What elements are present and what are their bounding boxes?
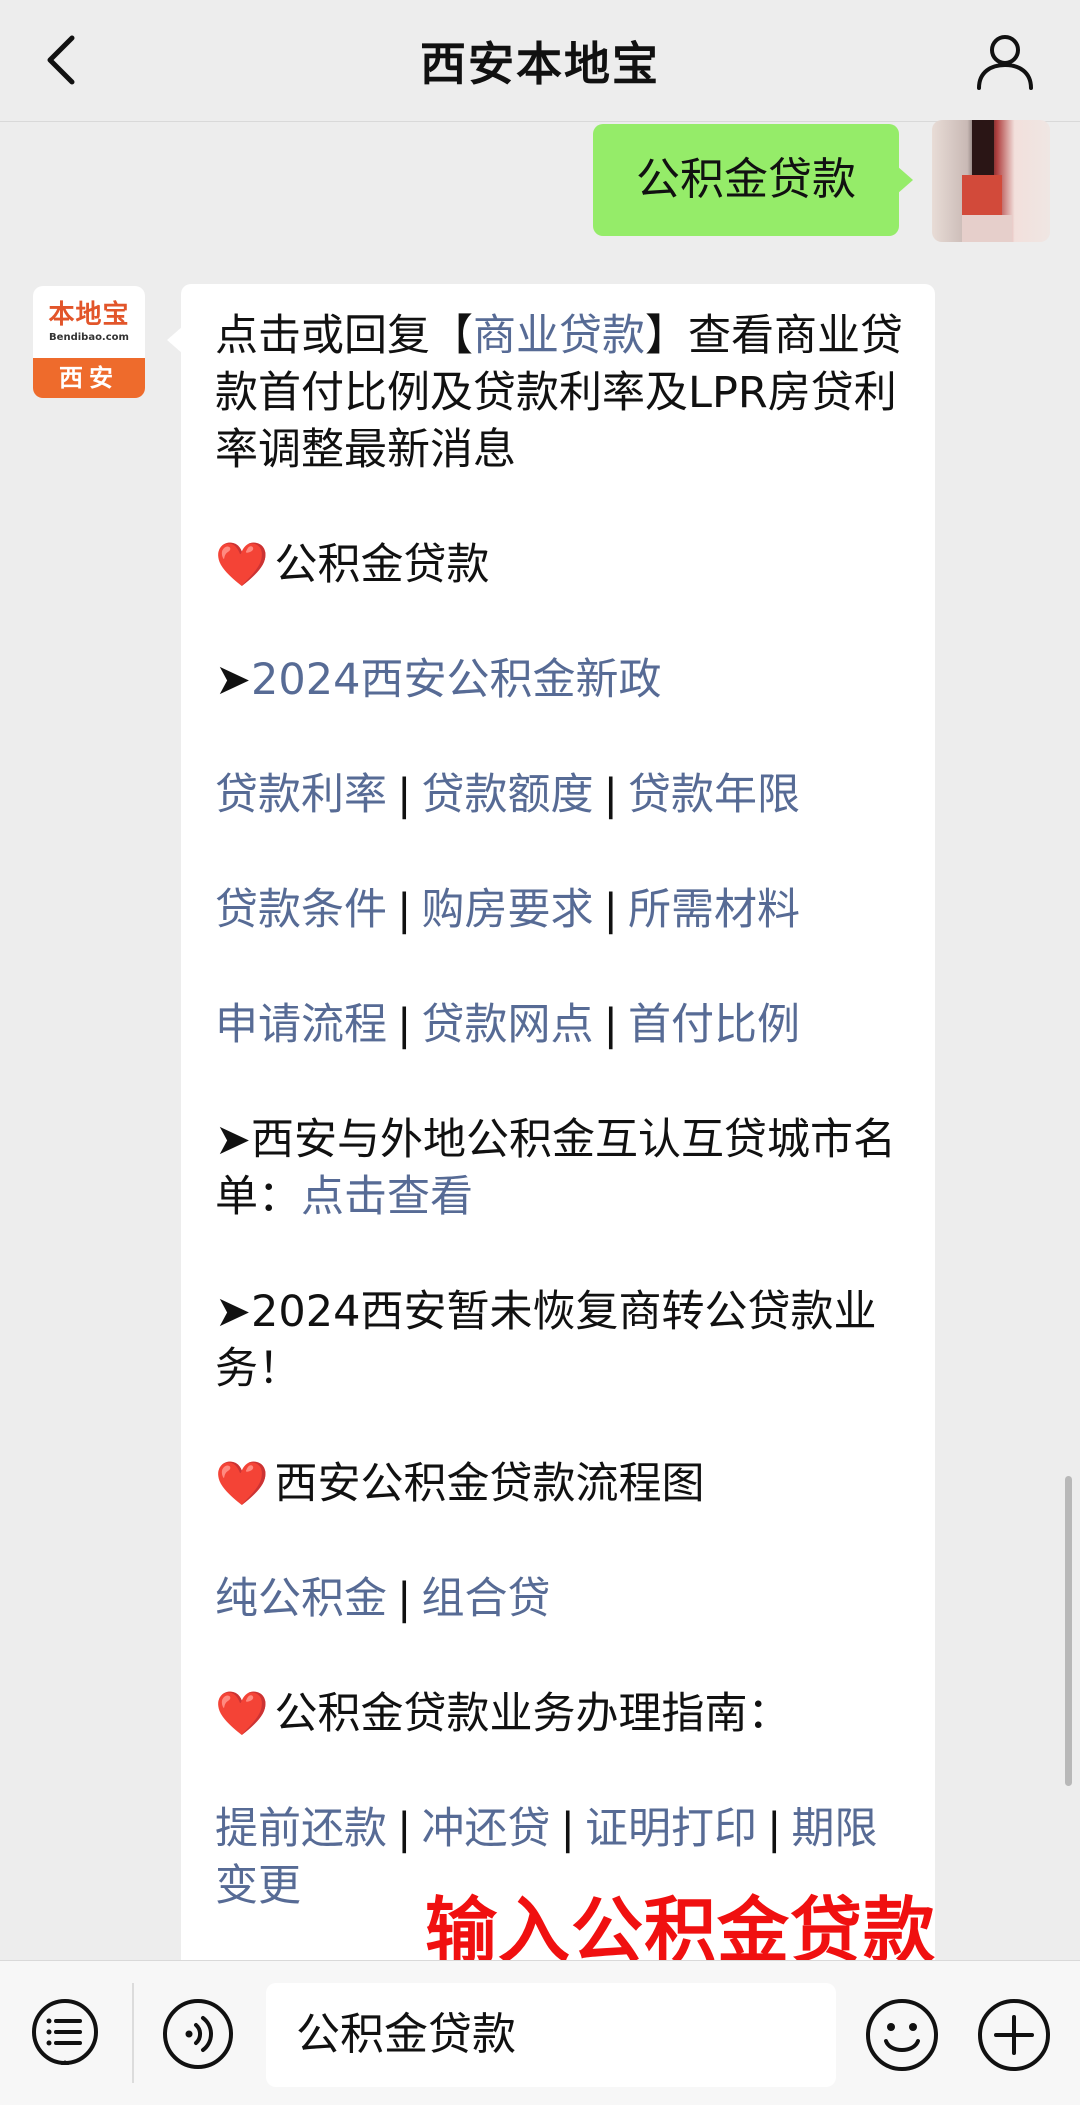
link-application-process[interactable]: 申请流程	[215, 1000, 387, 1050]
section3-title: 公积金贷款业务办理指南：	[274, 1689, 791, 1739]
link-early-repayment[interactable]: 提前还款	[215, 1804, 387, 1854]
logo-text: 本地宝	[48, 300, 130, 330]
commercial-loan-link[interactable]: 商业贷款	[473, 311, 645, 361]
toolbar-divider	[132, 1983, 134, 2083]
input-toolbar: 公积金贷款	[0, 1960, 1080, 2105]
heart-icon: ❤️	[215, 540, 269, 590]
link-loan-outlets[interactable]: 贷款网点	[422, 1000, 594, 1050]
separator: |	[397, 885, 412, 935]
separator: |	[397, 1804, 412, 1854]
arrow-icon: ➤	[215, 1287, 252, 1337]
menu-list-icon[interactable]	[30, 1997, 100, 2067]
heart-icon: ❤️	[215, 1459, 269, 1509]
message-input[interactable]: 公积金贷款	[266, 1983, 836, 2087]
bot-avatar[interactable]: 本地宝 Bendibao.com 西安	[33, 286, 145, 398]
separator: |	[397, 1574, 412, 1624]
mutual-link[interactable]: 点击查看	[301, 1172, 473, 1222]
logo-url: Bendibao.com	[49, 332, 129, 343]
link-loan-conditions[interactable]: 贷款条件	[215, 885, 387, 935]
section2-title: 西安公积金贷款流程图	[274, 1459, 705, 1509]
link-loan-rate[interactable]: 贷款利率	[215, 770, 387, 820]
separator: |	[603, 770, 619, 820]
sent-message-bubble[interactable]: 公积金贷款	[593, 124, 913, 236]
link-offset-repayment[interactable]: 冲还贷	[422, 1804, 551, 1854]
link-combined-loan[interactable]: 组合贷	[422, 1574, 551, 1624]
section-heading-flowchart: ❤️ 西安公积金贷款流程图	[215, 1456, 905, 1513]
policy-line: ➤2024西安公积金新政	[215, 652, 905, 709]
mutual-recognition-line: ➤西安与外地公积金互认互贷城市名单：点击查看	[215, 1112, 905, 1226]
link-down-payment-ratio[interactable]: 首付比例	[628, 1000, 800, 1050]
separator: |	[603, 1000, 619, 1050]
separator: |	[603, 885, 619, 935]
intro-prefix: 点击或回复【	[215, 311, 473, 361]
notice-line: ➤2024西安暂未恢复商转公贷款业务！	[215, 1284, 905, 1398]
links-row: 纯公积金 | 组合贷	[215, 1571, 905, 1628]
scrollbar[interactable]	[1065, 1476, 1072, 1786]
links-row: 贷款条件 | 购房要求 | 所需材料	[215, 882, 905, 939]
arrow-icon: ➤	[215, 1115, 252, 1165]
link-loan-term[interactable]: 贷款年限	[628, 770, 800, 820]
logo-city: 西安	[33, 358, 145, 398]
section1-title: 公积金贷款	[274, 540, 490, 590]
link-loan-amount[interactable]: 贷款额度	[422, 770, 594, 820]
notice-text: 2024西安暂未恢复商转公贷款业务！	[215, 1287, 877, 1394]
link-certificate-print[interactable]: 证明打印	[585, 1804, 757, 1854]
links-row: 申请流程 | 贷款网点 | 首付比例	[215, 997, 905, 1054]
arrow-icon: ➤	[215, 655, 252, 705]
chat-title: 西安本地宝	[420, 37, 660, 91]
link-pure-fund[interactable]: 纯公积金	[215, 1574, 387, 1624]
policy-link[interactable]: 2024西安公积金新政	[251, 655, 661, 705]
section-heading-guide: ❤️ 公积金贷款业务办理指南：	[215, 1686, 905, 1743]
voice-icon[interactable]	[161, 1997, 235, 2071]
separator: |	[397, 1000, 412, 1050]
heart-icon: ❤️	[215, 1689, 269, 1739]
reply-message-bubble: 点击或回复【商业贷款】查看商业贷款首付比例及贷款利率及LPR房贷利率调整最新消息…	[167, 284, 935, 1984]
link-required-materials[interactable]: 所需材料	[628, 885, 800, 935]
user-icon[interactable]	[974, 30, 1036, 92]
separator: |	[560, 1804, 576, 1854]
link-purchase-requirements[interactable]: 购房要求	[422, 885, 594, 935]
plus-icon[interactable]	[976, 1997, 1052, 2073]
top-nav-bar: 西安本地宝	[0, 0, 1080, 122]
emoji-icon[interactable]	[864, 1997, 940, 2073]
separator: |	[767, 1804, 782, 1854]
section-heading-loan: ❤️ 公积金贷款	[215, 537, 905, 594]
separator: |	[397, 770, 412, 820]
intro-paragraph: 点击或回复【商业贷款】查看商业贷款首付比例及贷款利率及LPR房贷利率调整最新消息	[215, 308, 905, 479]
links-row: 贷款利率 | 贷款额度 | 贷款年限	[215, 767, 905, 824]
self-avatar[interactable]	[932, 120, 1050, 242]
